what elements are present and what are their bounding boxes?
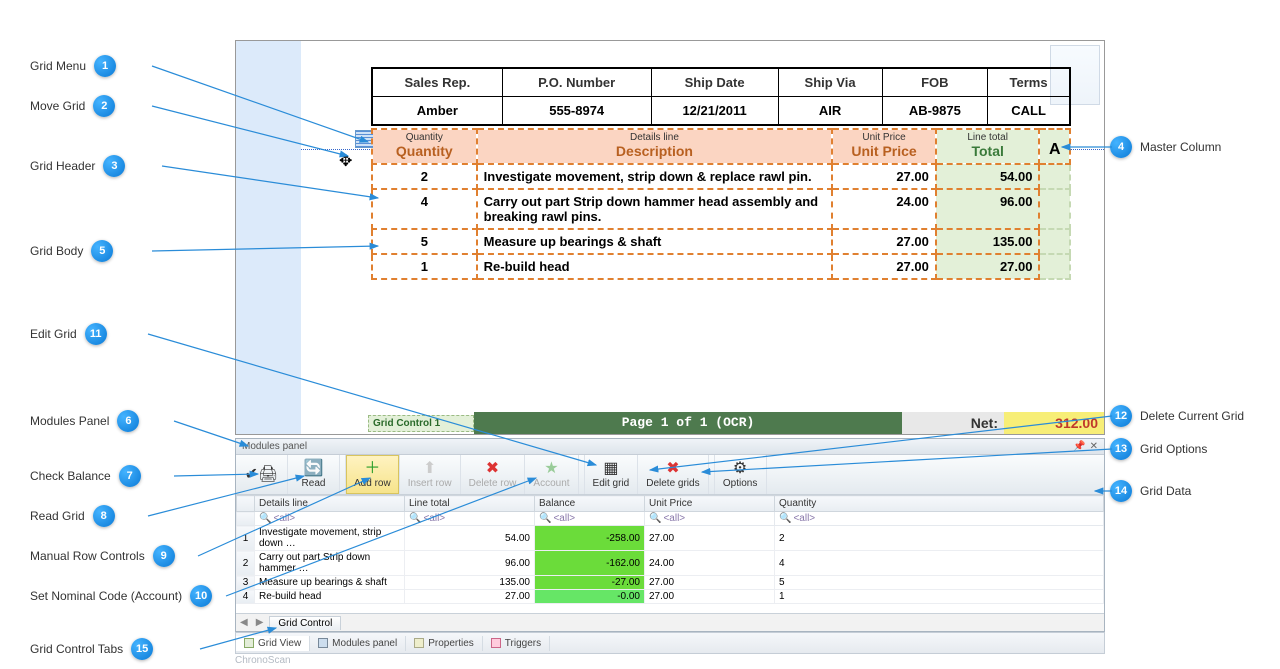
data-row[interactable]: 3Measure up bearings & shaft135.00-27.00… (237, 576, 1104, 590)
callout-grid-options: Grid Options13 (1110, 438, 1207, 460)
callout-edit-grid: Edit Grid11 (30, 323, 107, 345)
data-row[interactable]: 4Re-build head27.00-0.0027.001 (237, 590, 1104, 604)
grid-data-table[interactable]: Details line Line total Balance Unit Pri… (236, 495, 1104, 613)
grid-control-tabs[interactable]: ◀▶ Grid Control (236, 613, 1104, 631)
grid-header-quantity[interactable]: QuantityQuantity (372, 129, 477, 164)
trigger-icon (491, 638, 501, 648)
line-item-grid[interactable]: QuantityQuantity Details lineDescription… (371, 128, 1071, 280)
grid-header-total[interactable]: Line totalTotal (936, 129, 1040, 164)
editgrid-icon: ▦ (603, 460, 618, 478)
modules-toolbar: ✔🖨 🔄Read ＋Add row ⬆Insert row ✖Delete ro… (236, 455, 1104, 495)
data-row[interactable]: 2Carry out part Strip down hammer …96.00… (237, 551, 1104, 576)
document-viewer: Sales Rep. P.O. Number Ship Date Ship Vi… (235, 40, 1105, 435)
refresh-icon: 🔄 (304, 460, 324, 478)
search-icon[interactable]: 🔍 (539, 513, 551, 524)
header-ponumber: P.O. Number (502, 68, 651, 97)
net-label: Net: (902, 412, 1004, 434)
read-button[interactable]: 🔄Read (288, 455, 340, 494)
plus-icon: ＋ (364, 460, 380, 478)
tab-modules-panel[interactable]: Modules panel (310, 636, 406, 651)
callout-modules-panel: Modules Panel6 (30, 410, 139, 432)
x-icon: ✖ (486, 460, 499, 478)
search-icon[interactable]: 🔍 (779, 513, 791, 524)
gear-icon: ⚙ (733, 460, 747, 478)
search-icon[interactable]: 🔍 (649, 513, 661, 524)
data-row[interactable]: 1Investigate movement, strip down …54.00… (237, 526, 1104, 551)
modules-icon (318, 638, 328, 648)
header-salesrep: Sales Rep. (372, 68, 502, 97)
tab-properties[interactable]: Properties (406, 636, 483, 651)
deletegrids-icon: ✖ (666, 460, 679, 478)
viewer-margin (236, 41, 301, 434)
viewer-footer: Grid Control 1 Page 1 of 1 (OCR) Net: 31… (368, 412, 1104, 434)
callout-grid-body: Grid Body5 (30, 240, 113, 262)
grid-icon (244, 638, 254, 648)
check-icon: ✔🖨 (245, 466, 279, 484)
callout-read-grid: Read Grid8 (30, 505, 115, 527)
wrench-icon (414, 638, 424, 648)
tab-grid-control[interactable]: Grid Control (269, 616, 341, 630)
grid-control-label[interactable]: Grid Control 1 (368, 415, 474, 432)
check-balance-button[interactable]: ✔🖨 (236, 455, 288, 494)
header-shipvia: Ship Via (778, 68, 882, 97)
app-tabs[interactable]: Grid View Modules panel Properties Trigg… (235, 632, 1105, 654)
delete-row-button[interactable]: ✖Delete row (461, 455, 526, 494)
grid-header-unitprice[interactable]: Unit PriceUnit Price (832, 129, 936, 164)
insert-icon: ⬆ (423, 460, 436, 478)
grid-move-handle[interactable] (341, 155, 355, 169)
callout-grid-menu: Grid Menu1 (30, 55, 116, 77)
edit-grid-button[interactable]: ▦Edit grid (585, 455, 639, 494)
grid-header-description[interactable]: Details lineDescription (477, 129, 833, 164)
grid-row[interactable]: 2Investigate movement, strip down & repl… (372, 164, 1070, 189)
page-indicator: Page 1 of 1 (OCR) (474, 412, 902, 434)
tab-grid-view[interactable]: Grid View (236, 636, 310, 651)
grid-row[interactable]: 5Measure up bearings & shaft27.00135.00 (372, 229, 1070, 254)
callout-check-balance: Check Balance7 (30, 465, 141, 487)
chevron-right-icon[interactable]: ▶ (252, 617, 268, 628)
header-terms: Terms (988, 68, 1070, 97)
insert-row-button[interactable]: ⬆Insert row (400, 455, 461, 494)
callout-move-grid: Move Grid2 (30, 95, 115, 117)
pin-icon[interactable]: 📌 (1073, 441, 1085, 452)
grid-row[interactable]: 4Carry out part Strip down hammer head a… (372, 189, 1070, 229)
modules-panel-title-bar: Modules panel 📌 ✕ (236, 439, 1104, 455)
callout-grid-header: Grid Header3 (30, 155, 125, 177)
callout-grid-data: Grid Data14 (1110, 480, 1191, 502)
close-icon[interactable]: ✕ (1090, 441, 1098, 452)
header-shipdate: Ship Date (651, 68, 778, 97)
delete-grids-button[interactable]: ✖Delete grids (638, 455, 708, 494)
grid-row[interactable]: 1Re-build head27.0027.00 (372, 254, 1070, 279)
account-button[interactable]: ★Account (525, 455, 578, 494)
add-row-button[interactable]: ＋Add row (346, 455, 400, 494)
search-icon[interactable]: 🔍 (409, 513, 421, 524)
invoice-header-table: Sales Rep. P.O. Number Ship Date Ship Vi… (371, 67, 1071, 126)
callout-grid-control-tabs: Grid Control Tabs15 (30, 638, 153, 660)
chevron-left-icon[interactable]: ◀ (236, 617, 252, 628)
tab-triggers[interactable]: Triggers (483, 636, 550, 651)
header-fob: FOB (882, 68, 988, 97)
callout-manual-row: Manual Row Controls9 (30, 545, 175, 567)
modules-panel: Modules panel 📌 ✕ ✔🖨 🔄Read ＋Add row ⬆Ins… (235, 438, 1105, 632)
callout-set-nominal: Set Nominal Code (Account)10 (30, 585, 212, 607)
options-button[interactable]: ⚙Options (715, 455, 767, 494)
star-icon: ★ (544, 460, 558, 478)
callout-master-column: Master Column4 (1110, 136, 1221, 158)
callout-delete-current-grid: Delete Current Grid12 (1110, 405, 1244, 427)
net-value: 312.00 (1004, 412, 1104, 434)
brand-label: ChronoScan (235, 655, 291, 666)
master-column-handle[interactable]: A (1039, 129, 1070, 164)
search-icon[interactable]: 🔍 (259, 513, 271, 524)
